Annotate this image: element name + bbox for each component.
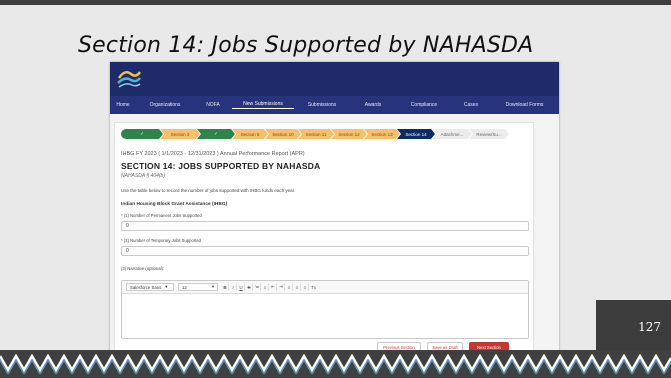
slide-number: 127 [638, 320, 661, 334]
screenshot-window: Home Organizations NOFA New Submissions … [110, 62, 559, 357]
required-marker: * [121, 213, 123, 218]
align-right-icon[interactable]: ≡ [302, 283, 309, 291]
temporary-jobs-input[interactable]: 0 [121, 246, 529, 256]
font-family-select[interactable]: Salesforce Sans ▾ [126, 283, 174, 291]
permanent-jobs-value: 0 [126, 223, 129, 229]
nav-awards[interactable]: Awards [350, 102, 396, 108]
permanent-jobs-input[interactable]: 0 [121, 221, 529, 231]
temporary-jobs-label-text: (2) Number of Temporary Jobs Supported [123, 238, 202, 243]
chevron-down-icon: ▾ [211, 284, 214, 289]
nav-home[interactable]: Home [110, 102, 136, 108]
clear-formatting-icon[interactable]: Tx [310, 283, 317, 291]
decorative-border-band [0, 350, 671, 378]
progress-step-3[interactable]: ✓ [197, 129, 235, 139]
progress-step-section-10[interactable]: Section 10 [265, 129, 301, 139]
slide-title: Section 14: Jobs Supported by NAHASDA [78, 33, 534, 58]
align-center-icon[interactable]: ≡ [294, 283, 301, 291]
permanent-jobs-label: * (1) Number of Permanent Jobs Supported [121, 213, 202, 218]
main-nav: Home Organizations NOFA New Submissions … [110, 96, 559, 114]
progress-step-attachments[interactable]: Attachme... [432, 129, 472, 139]
temporary-jobs-value: 0 [126, 248, 129, 254]
progress-step-section-12[interactable]: Section 12 [331, 129, 367, 139]
progress-step-review[interactable]: Review/Su... [469, 129, 509, 139]
bulleted-list-icon[interactable]: ≔ [254, 283, 261, 291]
nav-compliance[interactable]: Compliance [396, 102, 452, 108]
font-size-select[interactable]: 12 ▾ [178, 283, 218, 291]
progress-step-section-3[interactable]: Section 3 [160, 129, 200, 139]
permanent-jobs-label-text: (1) Number of Permanent Jobs Supported [123, 213, 202, 218]
progress-step-section-11[interactable]: Section 11 [298, 129, 334, 139]
editor-toolbar: Salesforce Sans ▾ 12 ▾ B I U S ≔ ≡ ⇤ ⇥ ≡… [122, 281, 528, 294]
temporary-jobs-label: * (2) Number of Temporary Jobs Supported [121, 238, 201, 243]
progress-step-1[interactable]: ✓ [121, 129, 163, 139]
nav-nofa[interactable]: NOFA [194, 102, 232, 108]
outdent-icon[interactable]: ⇤ [270, 283, 277, 291]
nav-submissions[interactable]: Submissions [294, 102, 350, 108]
progress-step-section-13[interactable]: Section 13 [364, 129, 400, 139]
nav-new-submissions[interactable]: New Submissions [232, 101, 294, 109]
progress-path: ✓ Section 3 ✓ Section 6 Section 10 Secti… [121, 129, 506, 139]
zigzag-pattern-icon [0, 354, 671, 374]
underline-icon[interactable]: U [238, 283, 245, 291]
font-family-value: Salesforce Sans [130, 284, 162, 290]
section-heading: SECTION 14: JOBS SUPPORTED BY NAHASDA [121, 161, 321, 171]
app-header [110, 62, 559, 96]
main-content: ✓ Section 3 ✓ Section 6 Section 10 Secti… [110, 114, 559, 357]
format-buttons: B I U S ≔ ≡ ⇤ ⇥ ≡ ≡ ≡ Tx [222, 283, 317, 291]
italic-icon[interactable]: I [230, 283, 237, 291]
bold-icon[interactable]: B [222, 283, 229, 291]
indent-icon[interactable]: ⇥ [278, 283, 285, 291]
font-size-value: 12 [182, 284, 187, 290]
progress-step-section-14[interactable]: Section 14 [397, 129, 435, 139]
align-left-icon[interactable]: ≡ [286, 283, 293, 291]
app-logo-icon [117, 70, 142, 88]
required-marker: * [121, 238, 123, 243]
narrative-label: (3) Narrative (optional): [121, 266, 165, 271]
chevron-down-icon: ▾ [165, 284, 168, 289]
statute-citation: NAHASDA § 404(b) [121, 173, 165, 179]
numbered-list-icon[interactable]: ≡ [262, 283, 269, 291]
report-period: IHBG FY 2023 ( 1/1/2023 - 12/31/2023 ) A… [121, 151, 305, 157]
ihbg-subheading: Indian Housing Block Grant Assistance (I… [121, 202, 228, 207]
nav-cases[interactable]: Cases [452, 102, 490, 108]
nav-organizations[interactable]: Organizations [136, 102, 194, 108]
instructions-text: Use the table below to record the number… [121, 188, 296, 193]
form-card: ✓ Section 3 ✓ Section 6 Section 10 Secti… [114, 122, 534, 354]
nav-download-forms[interactable]: Download Forms [490, 102, 559, 108]
narrative-rich-text-editor[interactable]: Salesforce Sans ▾ 12 ▾ B I U S ≔ ≡ ⇤ ⇥ ≡… [121, 280, 529, 339]
strikethrough-icon[interactable]: S [246, 283, 253, 291]
progress-step-section-6[interactable]: Section 6 [232, 129, 268, 139]
